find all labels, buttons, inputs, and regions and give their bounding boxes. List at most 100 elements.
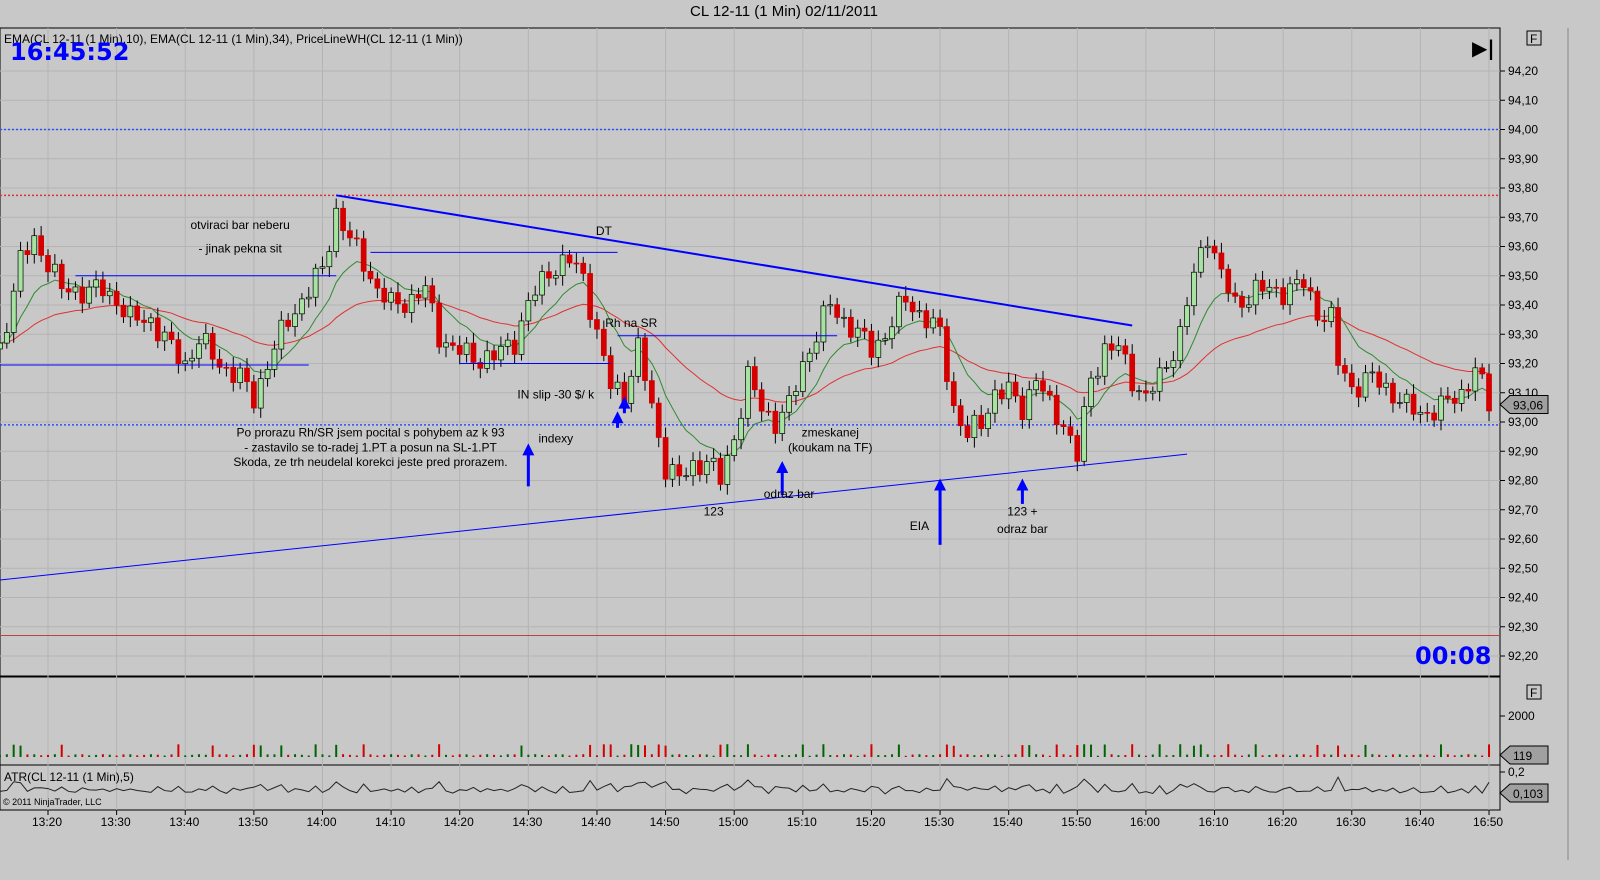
scroll-end-button[interactable]: ▶| [1472,36,1495,60]
candle-body [875,339,882,358]
candle-body [470,342,477,363]
candle-body [896,295,902,328]
annotation-text: - zastavilo se to-radej 1.PT a posun na … [244,440,497,454]
price-tick-label: 93,30 [1508,327,1538,341]
candle-body [395,292,401,305]
candle-body [1451,397,1458,404]
bar-timer: 00:08 [1415,642,1491,670]
candle-body [566,254,573,264]
volume-panel[interactable] [0,676,1501,766]
candle-body [498,345,504,361]
candle-body [189,357,195,362]
candle-body [1218,252,1225,270]
time-tick-label: 15:10 [787,815,817,829]
price-tick-label: 93,40 [1508,298,1538,312]
candle-body [1342,365,1348,374]
candle-body [141,319,147,323]
candle-body [662,437,669,480]
candle-body [1273,286,1280,289]
price-tick-label: 93,00 [1508,415,1538,429]
candle-body [1101,343,1108,377]
candle-body [326,251,333,268]
candle-body [257,378,264,409]
candle-body [1259,279,1266,292]
atr-panel[interactable] [0,764,1501,811]
time-tick-label: 16:50 [1473,815,1503,829]
volume-last: 119 [1513,749,1532,763]
candle-body [841,316,847,319]
candle-body [937,317,943,327]
candle-body [614,381,621,389]
price-tick-label: 92,40 [1508,591,1538,605]
candle-body [944,326,950,382]
candle-body [594,319,600,330]
candle-body [779,411,786,434]
candle-body [848,316,854,338]
time-tick-label: 13:40 [169,815,199,829]
candle-body [649,380,655,404]
candle-body [978,414,985,429]
candle-body [175,339,182,364]
price-tick-label: 93,60 [1508,240,1538,254]
candle-body [998,389,1005,400]
time-tick-label: 14:30 [512,815,542,829]
candle-body [1211,245,1218,254]
price-tick-label: 93,20 [1508,357,1538,371]
price-tick-label: 93,70 [1508,210,1538,224]
candle-body [333,207,340,252]
candle-body [1348,372,1355,388]
time-axis[interactable]: 13:20 13:30 13:40 13:50 14:00 14:10 14:20 14:30… [32,810,1503,829]
candle-body [1355,386,1362,398]
candle-body [992,389,998,414]
annotation-text: indexy [538,431,573,445]
time-tick-label: 16:10 [1199,815,1229,829]
candle-body [93,279,99,288]
candle-body [1019,395,1026,420]
candle-body [1156,367,1163,392]
candle-body [772,410,779,434]
time-tick-label: 15:50 [1061,815,1091,829]
candle-body [1191,271,1197,307]
candle-body [38,235,44,256]
annotation-text: DT [596,224,613,238]
candle-body [1307,287,1314,292]
price-chart[interactable]: otviraci bar neberu - jinak pekna sit DT Rh… [0,0,1600,880]
candle-body [1067,426,1074,436]
candle-body [552,275,559,279]
candle-body [1232,292,1238,297]
candle-body [31,235,38,255]
candle-body [463,342,470,355]
candle-body [820,305,827,343]
candle-body [484,350,491,369]
candle-body [786,395,792,413]
last-price: 93,06 [1513,398,1543,412]
candle-body [1479,367,1486,375]
candle-body [0,342,3,350]
candle-body [861,327,868,332]
candle-body [237,367,243,383]
candle-body [882,338,889,341]
time-tick-label: 14:20 [444,815,474,829]
candle-body [45,255,51,273]
price-tick-label: 93,90 [1508,152,1538,166]
annotation-text: Skoda, ze trh neudelal korekci jeste pre… [233,455,507,469]
candle-body [422,285,429,299]
candle-body [312,267,319,298]
candle-body [436,302,442,348]
candle-body [319,266,326,269]
candle-body [751,366,758,391]
candle-body [52,263,58,273]
time-tick-label: 16:40 [1404,815,1434,829]
candle-body [1266,286,1273,292]
candle-body [168,331,175,341]
candle-body [690,460,696,477]
candle-body [1431,412,1437,421]
candle-body [710,457,717,463]
time-tick-label: 16:20 [1267,815,1297,829]
candle-body [17,250,24,292]
candle-body [793,391,799,396]
volume-f-label: F [1530,686,1537,700]
candle-body [717,457,724,485]
price-panel[interactable] [0,27,1501,677]
candle-body [3,332,10,344]
